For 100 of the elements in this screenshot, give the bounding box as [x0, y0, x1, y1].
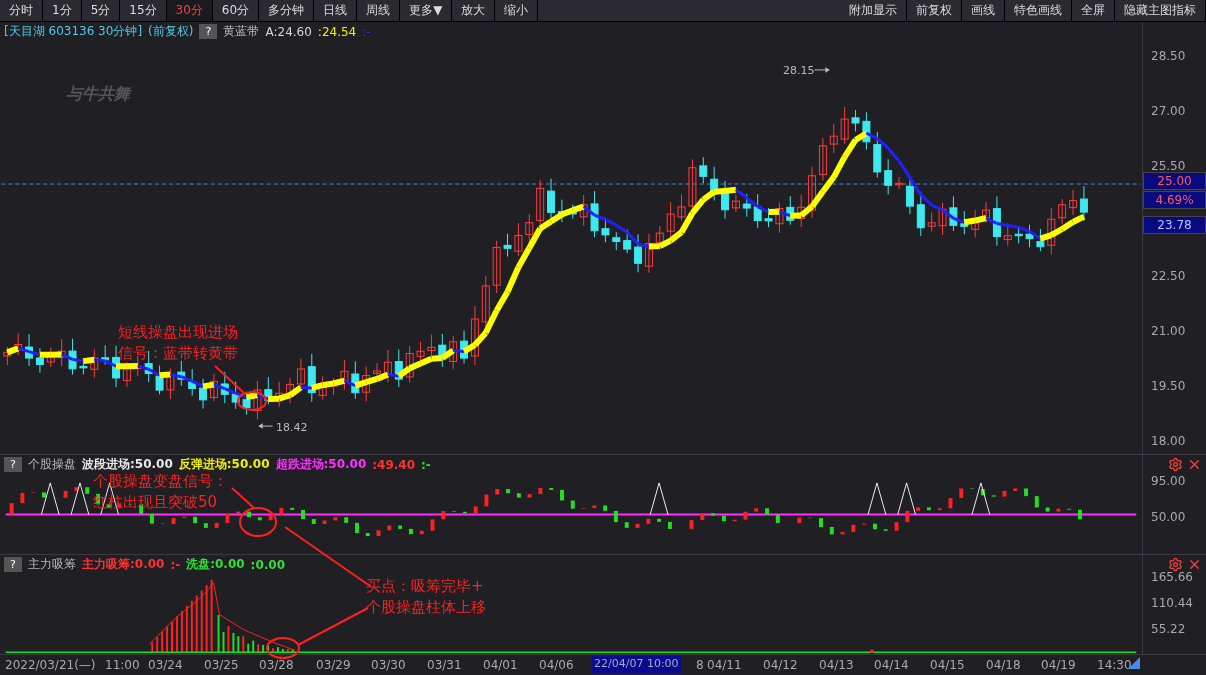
settings-icon[interactable] — [1168, 457, 1183, 472]
candlestick — [514, 222, 523, 257]
time-label: 2022/03/21(—) — [5, 658, 96, 672]
candlestick — [318, 375, 327, 401]
candlestick — [177, 360, 186, 387]
candlestick — [764, 207, 773, 228]
time-label: 04/14 — [874, 658, 909, 672]
help-button[interactable]: ? — [4, 457, 22, 473]
candlestick — [253, 380, 262, 420]
candlestick — [438, 333, 447, 368]
candlestick — [971, 209, 980, 239]
candlestick — [1014, 226, 1023, 244]
candlestick — [1069, 189, 1078, 216]
close-icon[interactable] — [1187, 457, 1202, 472]
price-tag: 25.00 — [1143, 172, 1206, 190]
time-label: 14:30 — [1097, 658, 1132, 672]
low-marker — [258, 423, 274, 430]
candlestick — [199, 378, 208, 410]
help-button[interactable]: ? — [199, 24, 218, 40]
candlestick — [742, 193, 751, 218]
time-label: 04/01 — [483, 658, 518, 672]
candlestick — [808, 165, 817, 219]
cursor-time-label: 22/04/07 10:00 — [592, 656, 681, 673]
time-label: 03/24 — [148, 658, 183, 672]
candlestick — [960, 210, 969, 235]
candlestick — [503, 233, 512, 258]
settings-icon[interactable] — [1168, 557, 1183, 572]
candlestick — [536, 179, 545, 227]
candlestick — [623, 229, 632, 254]
candlestick — [286, 377, 295, 404]
indicator-value: A:24.60 — [265, 24, 312, 39]
indicator-value: 超跌进场:50.00 — [275, 456, 367, 474]
price-tag: 4.69% — [1143, 191, 1206, 209]
indicator-value: :- — [362, 24, 371, 39]
annotation-text: 信号：蓝带转黄带 — [118, 343, 238, 364]
candlestick — [753, 193, 762, 229]
help-button[interactable]: ? — [4, 557, 22, 573]
price-tick-label: 28.50 — [1151, 49, 1186, 63]
candlestick — [427, 334, 436, 357]
axis-tick-label: 55.22 — [1151, 622, 1186, 636]
candlestick — [829, 123, 838, 154]
adjust-label: (前复权) — [148, 23, 194, 41]
candlestick — [927, 211, 936, 232]
time-label: 04/19 — [1041, 658, 1076, 672]
time-label: 04/18 — [986, 658, 1021, 672]
indicator-value: :- — [421, 457, 431, 472]
candlestick — [818, 137, 827, 182]
stock-title: [天目湖 603136 30分钟] — [4, 23, 143, 41]
indicator-value: :- — [170, 557, 181, 572]
candlestick — [655, 225, 664, 251]
period-tab[interactable]: 30分 — [166, 0, 213, 21]
axis-tick-label: 95.00 — [1151, 474, 1186, 488]
candlestick — [46, 346, 55, 368]
time-label: 04/06 — [539, 658, 574, 672]
indicator-value: 反弹进场:50.00 — [178, 456, 270, 474]
candlestick — [1058, 198, 1067, 225]
indicator-value: 洗盘:0.00 — [186, 556, 245, 574]
price-tick-label: 27.00 — [1151, 104, 1186, 118]
candlestick — [677, 194, 686, 222]
candlestick — [699, 156, 708, 184]
candlestick — [579, 194, 588, 227]
candlestick — [275, 381, 284, 408]
candlestick — [351, 360, 360, 400]
time-label: 04/15 — [930, 658, 965, 672]
highlight-circle — [237, 391, 267, 411]
highlight-circle — [266, 637, 300, 659]
low-price-label: 18.42 — [276, 421, 308, 434]
close-icon[interactable] — [1187, 557, 1202, 572]
annotation-text: 买点：吸筹完毕+ — [366, 576, 484, 597]
candlestick — [231, 381, 240, 410]
candlestick — [1047, 207, 1056, 255]
candlestick — [862, 111, 871, 151]
axis-tick-label: 50.00 — [1151, 510, 1186, 524]
candlestick — [710, 166, 719, 201]
candlestick — [481, 275, 490, 328]
annotation-text: 个股操盘柱体上移 — [366, 597, 486, 618]
candlestick — [1036, 228, 1045, 252]
candlestick — [209, 373, 218, 402]
price-tick-label: 25.50 — [1151, 159, 1186, 173]
price-tick-label: 21.00 — [1151, 324, 1186, 338]
candlestick — [101, 344, 110, 365]
candlestick — [90, 348, 99, 379]
candlestick — [57, 338, 66, 367]
candlestick — [155, 365, 164, 395]
time-label: 04/11 — [707, 658, 742, 672]
time-label: 8 — [696, 658, 704, 672]
candlestick — [634, 233, 643, 273]
price-tick-label: 22.50 — [1151, 269, 1186, 283]
candlestick — [188, 368, 197, 397]
candlestick — [1079, 185, 1088, 222]
time-label: 03/30 — [371, 658, 406, 672]
candlestick — [492, 240, 501, 294]
candlestick — [873, 131, 882, 178]
high-marker — [813, 66, 830, 73]
candlestick — [851, 109, 860, 132]
candlestick — [68, 338, 77, 376]
candlestick — [449, 335, 458, 370]
time-label: 03/29 — [316, 658, 351, 672]
price-tick-label: 18.00 — [1151, 434, 1186, 448]
candlestick — [166, 368, 175, 400]
